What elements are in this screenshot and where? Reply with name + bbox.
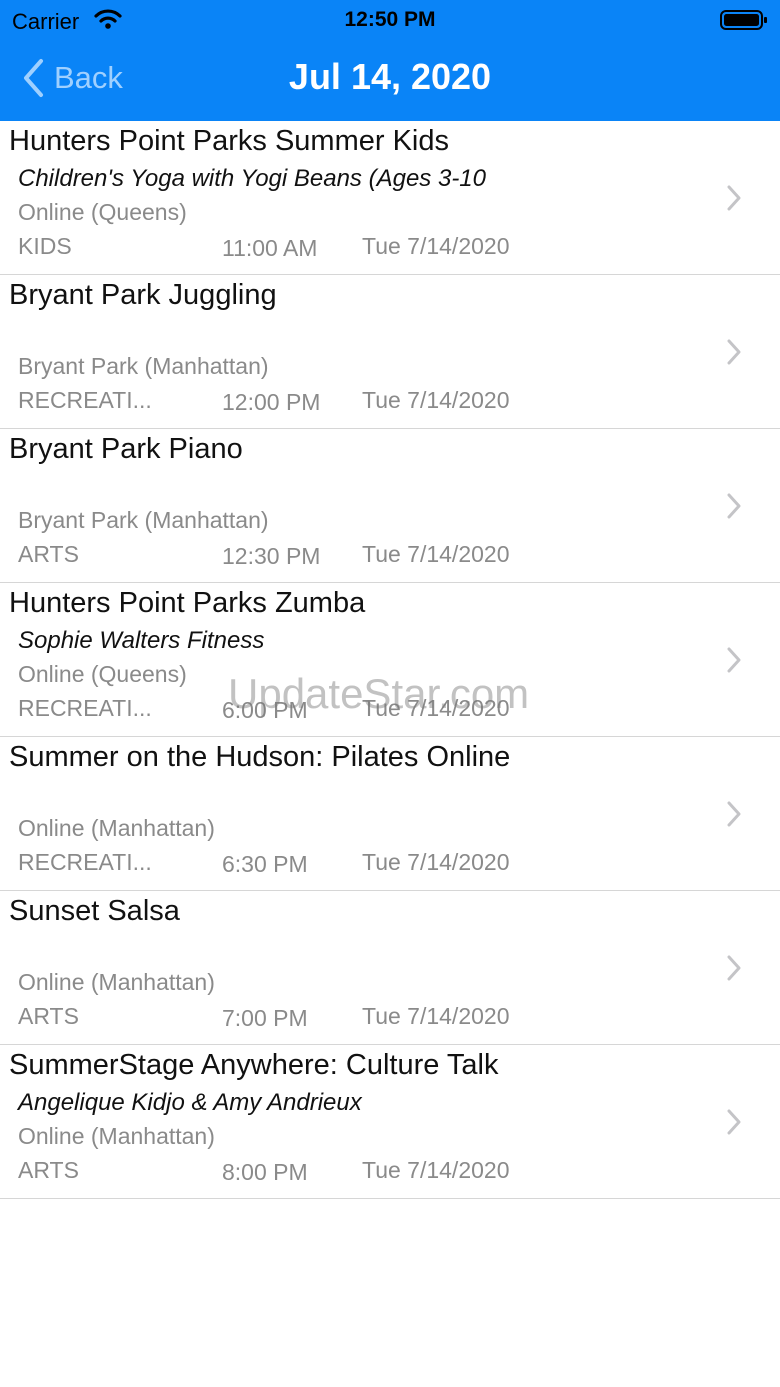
event-time: 8:00 PM [222,1159,308,1185]
event-category: ARTS [18,1003,79,1029]
event-time: 12:30 PM [222,543,321,569]
event-date: Tue 7/14/2020 [362,387,510,413]
event-row[interactable]: Sunset Salsa Online (Manhattan) ARTS 7:0… [0,891,780,1045]
event-subtitle: Children's Yoga with Yogi Beans (Ages 3-… [18,165,486,192]
event-row[interactable]: Bryant Park Juggling Bryant Park (Manhat… [0,275,780,429]
event-category: ARTS [18,541,79,567]
nav-bar: Back Jul 14, 2020 [0,40,780,121]
event-row[interactable]: SummerStage Anywhere: Culture Talk Angel… [0,1045,780,1199]
event-time: 12:00 PM [222,389,321,415]
event-location: Online (Queens) [18,661,187,687]
event-title: Hunters Point Parks Zumba [9,587,366,619]
chevron-right-icon [727,185,741,211]
event-category: RECREATI... [18,387,152,413]
event-title: SummerStage Anywhere: Culture Talk [9,1049,499,1081]
status-bar: Carrier 12:50 PM [0,0,780,40]
event-location: Online (Manhattan) [18,815,215,841]
event-title: Bryant Park Piano [9,433,243,465]
event-row[interactable]: Summer on the Hudson: Pilates Online Onl… [0,737,780,891]
event-time: 6:00 PM [222,697,308,723]
event-category: ARTS [18,1157,79,1183]
page-title: Jul 14, 2020 [288,56,492,97]
event-row[interactable]: Hunters Point Parks Zumba Sophie Walters… [0,583,780,737]
event-subtitle: Sophie Walters Fitness [18,627,265,654]
event-location: Bryant Park (Manhattan) [18,353,269,379]
chevron-right-icon [727,801,741,827]
event-date: Tue 7/14/2020 [362,849,510,875]
event-title: Bryant Park Juggling [9,279,277,311]
status-time: 12:50 PM [344,8,436,31]
event-list: Hunters Point Parks Summer Kids Children… [0,121,780,1199]
event-title: Summer on the Hudson: Pilates Online [9,741,511,773]
event-title: Sunset Salsa [9,895,180,927]
event-date: Tue 7/14/2020 [362,541,510,567]
event-row[interactable]: Hunters Point Parks Summer Kids Children… [0,121,780,275]
event-date: Tue 7/14/2020 [362,695,510,721]
chevron-right-icon [727,1109,741,1135]
event-date: Tue 7/14/2020 [362,1157,510,1183]
event-title: Hunters Point Parks Summer Kids [9,125,449,157]
event-category: RECREATI... [18,849,152,875]
event-location: Online (Queens) [18,199,187,225]
event-location: Bryant Park (Manhattan) [18,507,269,533]
chevron-right-icon [727,955,741,981]
event-location: Online (Manhattan) [18,1123,215,1149]
navigation-header: Carrier 12:50 PM Back Jul 14, 2020 [0,0,780,121]
event-date: Tue 7/14/2020 [362,1003,510,1029]
event-date: Tue 7/14/2020 [362,233,510,259]
event-time: 7:00 PM [222,1005,308,1031]
event-category: KIDS [18,233,72,259]
event-subtitle: Angelique Kidjo & Amy Andrieux [18,1089,362,1116]
event-time: 11:00 AM [222,235,318,261]
battery-icon [720,9,768,36]
event-location: Online (Manhattan) [18,969,215,995]
event-time: 6:30 PM [222,851,308,877]
chevron-right-icon [727,647,741,673]
chevron-right-icon [727,339,741,365]
chevron-right-icon [727,493,741,519]
event-row[interactable]: Bryant Park Piano Bryant Park (Manhattan… [0,429,780,583]
event-category: RECREATI... [18,695,152,721]
